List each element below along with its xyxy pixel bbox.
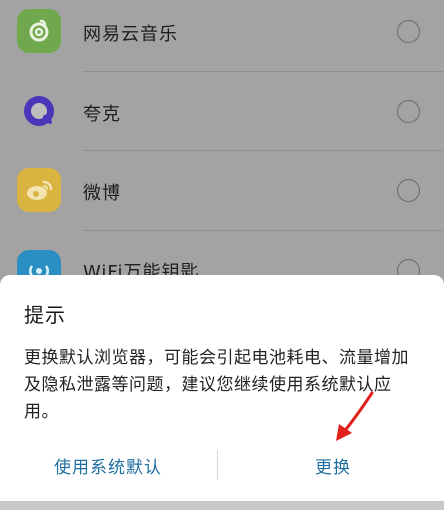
radio-button[interactable] <box>397 179 420 202</box>
weibo-icon <box>17 168 61 212</box>
radio-button[interactable] <box>397 20 420 43</box>
quark-icon <box>17 89 61 133</box>
button-divider <box>217 450 218 480</box>
dialog-message: 更换默认浏览器，可能会引起电池耗电、流量增加及隐私泄露等问题，建议您继续使用系统… <box>24 348 409 422</box>
use-system-default-button[interactable]: 使用系统默认 <box>0 447 216 483</box>
app-label: 网易云音乐 <box>83 24 178 45</box>
list-item[interactable]: 夸克 <box>0 72 444 152</box>
confirm-dialog: 提示 更换默认浏览器，可能会引起电池耗电、流量增加及隐私泄露等问题，建议您继续使… <box>0 275 444 510</box>
screen: 网易云音乐 夸克 微博 WiFi万能钥匙 提示 更换默认浏览器，可能会引起电池耗… <box>0 0 444 510</box>
netease-music-icon <box>17 9 61 53</box>
change-button[interactable]: 更换 <box>222 447 444 483</box>
app-label: 夸克 <box>83 104 121 125</box>
list-item[interactable]: 微博 <box>0 151 444 231</box>
bottom-bar <box>0 501 444 510</box>
radio-button[interactable] <box>397 100 420 123</box>
dialog-title: 提示 <box>24 303 66 327</box>
list-item[interactable]: 网易云音乐 <box>0 0 444 80</box>
app-label: 微博 <box>83 183 121 204</box>
